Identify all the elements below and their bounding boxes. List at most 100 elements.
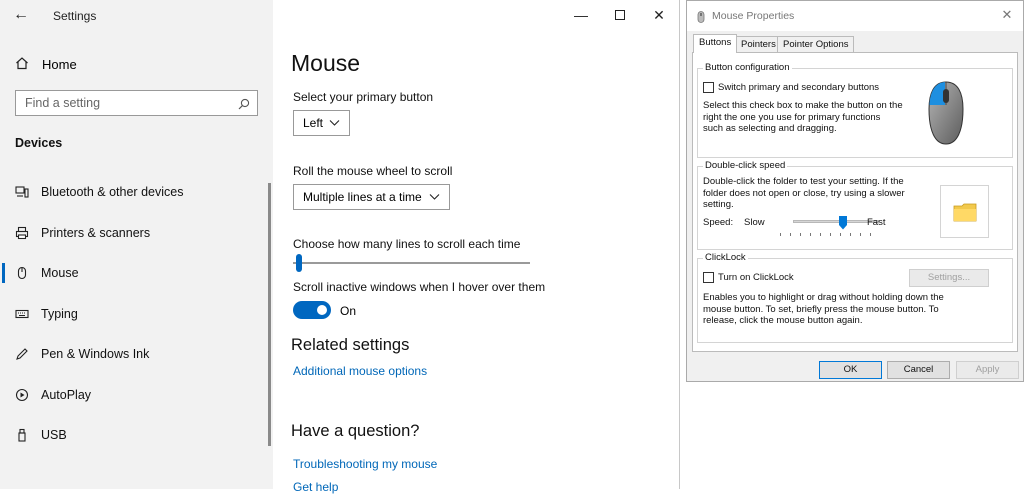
group-title: Double-click speed [703,160,788,171]
ok-button[interactable]: OK [819,361,882,379]
mouse-icon [15,266,29,280]
question-heading: Have a question? [291,422,420,440]
buttons-tab-panel: Button configuration Switch primary and … [692,52,1018,352]
mouse-icon [695,10,707,28]
sidebar-item-typing[interactable]: Typing [15,305,78,323]
settings-window: ← Settings Home Find a setting Devices B… [0,0,680,494]
slider-tick [810,233,811,236]
switch-buttons-label[interactable]: Switch primary and secondary buttons [718,82,879,94]
sidebar-item-label: AutoPlay [41,388,92,402]
scroll-lines-slider-thumb[interactable] [296,254,302,272]
close-icon: ✕ [1001,7,1013,22]
slider-tick [790,233,791,236]
home-nav-item[interactable]: Home [15,55,77,73]
search-box[interactable]: Find a setting [15,90,258,116]
clicklock-description: Enables you to highlight or drag without… [703,292,944,326]
troubleshooting-link[interactable]: Troubleshooting my mouse [293,457,437,471]
chevron-down-icon [429,191,440,205]
button-configuration-group: Button configuration Switch primary and … [697,62,1013,158]
slider-tick [800,233,801,236]
double-click-slider-thumb[interactable] [839,216,847,230]
toggle-knob [317,305,327,315]
scroll-wheel-dropdown[interactable]: Multiple lines at a time [293,184,450,210]
autoplay-icon [15,388,29,402]
close-button[interactable]: ✕ [647,4,671,26]
tab-pointers[interactable]: Pointers [735,36,782,52]
folder-icon [952,199,978,230]
slow-label: Slow [744,217,765,228]
search-input[interactable]: Find a setting [25,96,100,110]
tab-pointer-options[interactable]: Pointer Options [777,36,855,52]
slider-tick [860,233,861,236]
additional-mouse-options-link[interactable]: Additional mouse options [293,364,427,378]
group-title: ClickLock [703,252,748,263]
sidebar-item-mouse[interactable]: Mouse [15,264,79,282]
printer-icon [15,226,29,240]
maximize-icon [615,7,625,23]
usb-icon [15,428,29,442]
clicklock-settings-button[interactable]: Settings... [909,269,989,287]
sidebar-item-usb[interactable]: USB [15,426,67,444]
sidebar-item-label: USB [41,428,67,442]
sidebar-item-label: Pen & Windows Ink [41,347,150,361]
back-button[interactable]: ← [10,5,32,27]
app-title: Settings [53,9,97,23]
toggle-state-label: On [340,304,357,318]
scroll-wheel-label: Roll the mouse wheel to scroll [293,164,453,178]
sidebar-item-printers[interactable]: Printers & scanners [15,224,150,242]
sidebar-item-bluetooth[interactable]: Bluetooth & other devices [15,183,183,201]
clicklock-label[interactable]: Turn on ClickLock [718,272,794,284]
primary-button-label: Select your primary button [293,90,434,104]
maximize-button[interactable] [608,4,632,26]
clicklock-group: ClickLock Turn on ClickLock Settings... … [697,252,1013,343]
scroll-inactive-label: Scroll inactive windows when I hover ove… [293,280,546,294]
double-click-description: Double-click the folder to test your set… [703,176,905,210]
sidebar-item-autoplay[interactable]: AutoPlay [15,386,91,404]
home-label: Home [42,56,77,72]
apply-button[interactable]: Apply [956,361,1019,379]
search-icon[interactable] [238,97,250,115]
slider-tick [840,233,841,236]
slider-tick [850,233,851,236]
selected-indicator [2,263,5,283]
primary-button-dropdown[interactable]: Left [293,110,350,136]
scroll-lines-slider-track[interactable] [293,262,530,264]
close-icon: ✕ [653,7,665,23]
sidebar-scrollbar[interactable] [268,183,271,446]
clicklock-checkbox[interactable] [703,272,714,283]
settings-sidebar: ← Settings Home Find a setting Devices B… [0,0,273,489]
arrow-left-icon: ← [13,6,29,23]
slider-tick [830,233,831,236]
get-help-link[interactable]: Get help [293,480,338,494]
pen-icon [15,347,29,361]
primary-button-value: Left [303,116,324,130]
bluetooth-devices-icon [15,185,29,199]
sidebar-item-label: Typing [41,307,78,321]
chevron-down-icon [329,117,340,131]
speed-label: Speed: [703,217,734,228]
related-settings-heading: Related settings [291,336,410,354]
home-icon [15,56,29,73]
scroll-inactive-toggle[interactable] [293,301,331,319]
double-click-speed-group: Double-click speed Double-click the fold… [697,160,1013,250]
slider-tick [820,233,821,236]
switch-buttons-checkbox[interactable] [703,82,714,93]
sidebar-item-label: Mouse [41,266,79,280]
slider-tick [870,233,871,236]
dialog-titlebar[interactable]: Mouse Properties ✕ [687,1,1023,31]
fast-label: Fast [867,217,886,228]
cancel-button[interactable]: Cancel [887,361,950,379]
mouse-illustration [925,79,967,152]
slider-tick [780,233,781,236]
tab-buttons[interactable]: Buttons [693,34,738,53]
minimize-button[interactable]: — [569,4,593,26]
mouse-settings-page: — ✕ Mouse Select your primary button Lef… [273,0,679,494]
sidebar-item-label: Printers & scanners [41,226,151,240]
test-folder-box[interactable] [940,185,989,238]
sidebar-item-pen[interactable]: Pen & Windows Ink [15,345,149,363]
sidebar-item-label: Bluetooth & other devices [41,185,184,199]
page-title: Mouse [291,50,361,76]
dialog-title: Mouse Properties [712,10,795,22]
minimize-icon: — [574,7,588,23]
dialog-close-button[interactable]: ✕ [997,6,1017,24]
